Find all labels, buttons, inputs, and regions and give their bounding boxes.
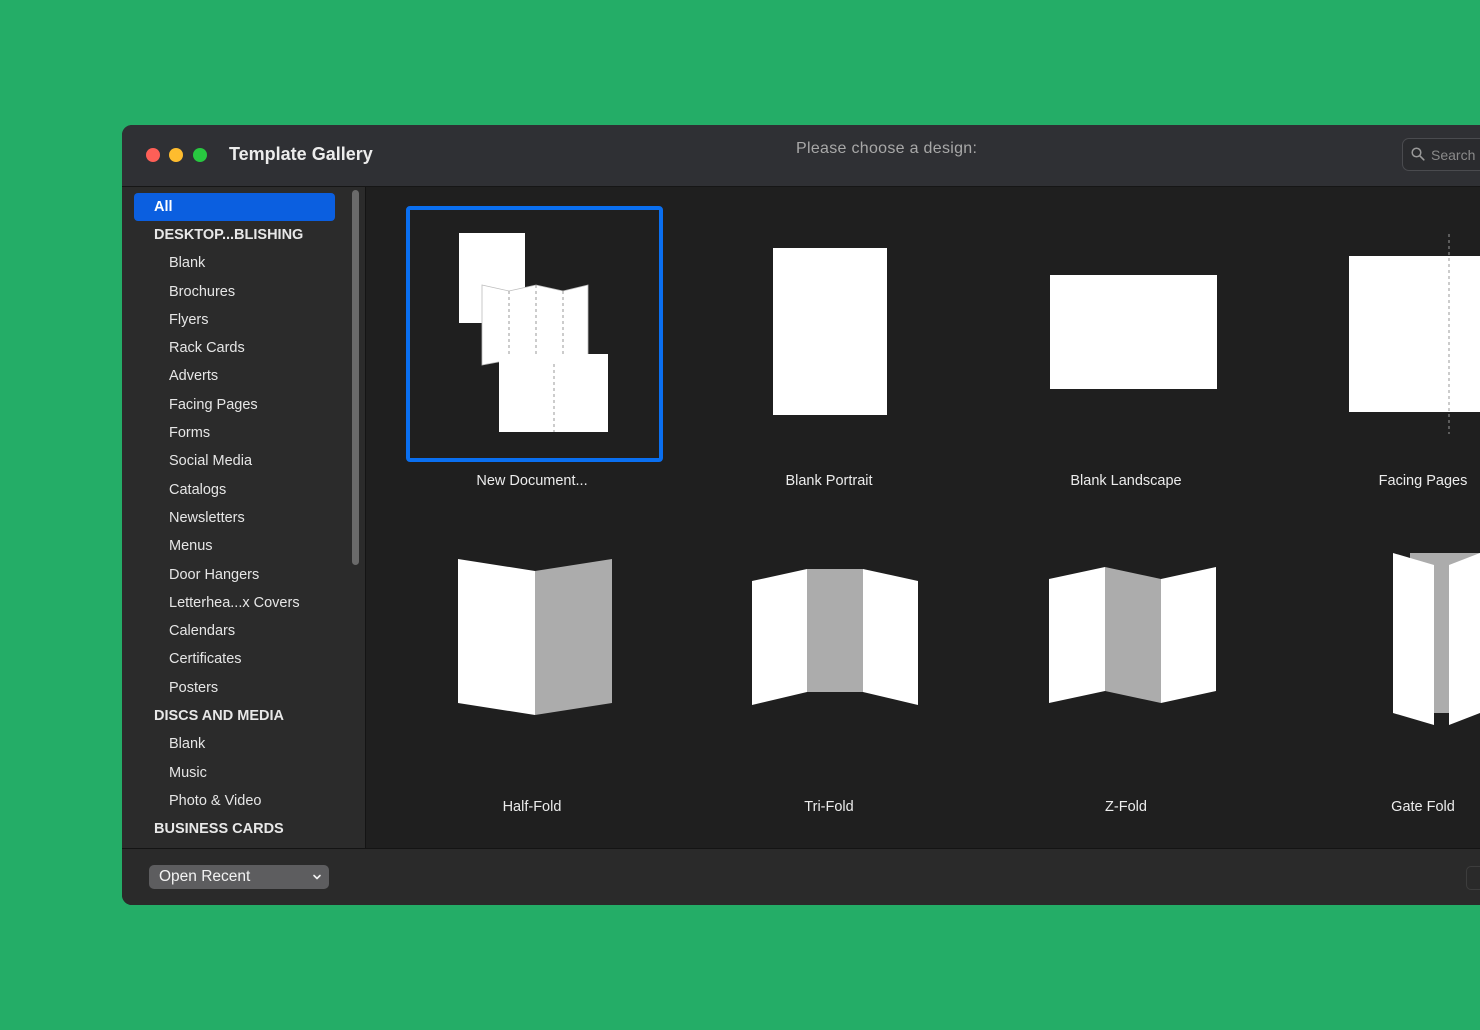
template-blank-landscape[interactable]: Blank Landscape [960, 187, 1220, 489]
footer-action-button[interactable] [1466, 866, 1480, 890]
template-label: Facing Pages [1378, 473, 1468, 489]
sidebar-item-menus[interactable]: Menus [134, 532, 335, 560]
template-label: Gate Fold [1391, 799, 1455, 815]
template-thumbnail [1297, 537, 1480, 793]
sidebar-item-letterheads[interactable]: Letterhea...x Covers [134, 589, 335, 617]
sidebar-item-label: All [154, 199, 173, 215]
title-bar: Template Gallery Please choose a design: [122, 125, 1480, 187]
template-label: Blank Portrait [785, 473, 873, 489]
gate-fold-icon [1393, 553, 1480, 725]
sidebar-item-blank[interactable]: Blank [134, 249, 335, 277]
template-grid: New Document... Blank Portrait Blank Lan… [366, 187, 1480, 848]
template-gallery-window: Template Gallery Please choose a design:… [122, 125, 1480, 905]
landscape-page-icon [1050, 275, 1217, 389]
template-label: Blank Landscape [1070, 473, 1182, 489]
sidebar-item-posters[interactable]: Posters [134, 674, 335, 702]
sidebar-item-door-hangers[interactable]: Door Hangers [134, 561, 335, 589]
template-label: Z-Fold [1105, 799, 1147, 815]
template-thumbnail [1000, 537, 1257, 793]
template-z-fold[interactable]: Z-Fold [960, 537, 1220, 837]
tri-fold-icon [752, 569, 918, 705]
template-gate-fold[interactable]: Gate Fold [1257, 537, 1480, 837]
sidebar-item-all[interactable]: All [134, 193, 335, 221]
half-fold-icon [458, 559, 612, 715]
chevron-down-icon [313, 874, 321, 880]
search-icon [1411, 147, 1425, 161]
sidebar-item-music[interactable]: Music [134, 759, 335, 787]
portrait-page-icon [773, 248, 887, 415]
sidebar-item-catalogs[interactable]: Catalogs [134, 476, 335, 504]
template-thumbnail [703, 537, 960, 793]
open-recent-dropdown[interactable]: Open Recent [149, 865, 329, 889]
template-label: Tri-Fold [804, 799, 854, 815]
sidebar-header-discs-and-media[interactable]: DISCS AND MEDIA [134, 702, 335, 730]
sidebar-header-business-cards[interactable]: BUSINESS CARDS [134, 815, 335, 843]
search-input[interactable] [1431, 145, 1480, 165]
sidebar-item-photo-video[interactable]: Photo & Video [134, 787, 335, 815]
choose-design-prompt: Please choose a design: [796, 140, 978, 157]
footer-bar: Open Recent [122, 848, 1480, 905]
template-thumbnail [1000, 206, 1257, 462]
template-half-fold[interactable]: Half-Fold [366, 537, 626, 837]
sidebar-header-desktop-publishing[interactable]: DESKTOP...BLISHING [134, 221, 335, 249]
search-field[interactable] [1402, 138, 1480, 171]
close-window-button[interactable] [146, 148, 160, 162]
template-thumbnail [406, 537, 663, 793]
sidebar-item-newsletters[interactable]: Newsletters [134, 504, 335, 532]
template-new-document[interactable]: New Document... [366, 187, 663, 489]
template-label: Half-Fold [502, 799, 562, 815]
sidebar-item-rack-cards[interactable]: Rack Cards [134, 334, 335, 362]
template-thumbnail [1297, 206, 1480, 462]
template-thumbnail [703, 206, 960, 462]
template-thumbnail [406, 206, 663, 462]
sidebar-item-flyers[interactable]: Flyers [134, 306, 335, 334]
new-document-icon [459, 233, 608, 432]
minimize-window-button[interactable] [169, 148, 183, 162]
template-label: New Document... [476, 473, 588, 489]
sidebar-scroll-thumb[interactable] [352, 190, 359, 565]
template-tri-fold[interactable]: Tri-Fold [663, 537, 923, 837]
facing-pages-icon [1349, 234, 1480, 434]
sidebar-item-certificates[interactable]: Certificates [134, 645, 335, 673]
z-fold-icon [1049, 567, 1216, 703]
sidebar-item-calendars[interactable]: Calendars [134, 617, 335, 645]
sidebar-item-adverts[interactable]: Adverts [134, 362, 335, 390]
sidebar-item-social-media[interactable]: Social Media [134, 447, 335, 475]
sidebar-item-discs-blank[interactable]: Blank [134, 730, 335, 758]
sidebar-item-forms[interactable]: Forms [134, 419, 335, 447]
template-blank-portrait[interactable]: Blank Portrait [663, 187, 923, 489]
zoom-window-button[interactable] [193, 148, 207, 162]
window-title: Template Gallery [229, 144, 373, 164]
open-recent-label: Open Recent [159, 868, 251, 885]
template-facing-pages[interactable]: Facing Pages [1257, 187, 1480, 489]
sidebar-item-facing-pages[interactable]: Facing Pages [134, 391, 335, 419]
sidebar-item-brochures[interactable]: Brochures [134, 278, 335, 306]
category-sidebar: All DESKTOP...BLISHING Blank Brochures F… [122, 187, 366, 848]
